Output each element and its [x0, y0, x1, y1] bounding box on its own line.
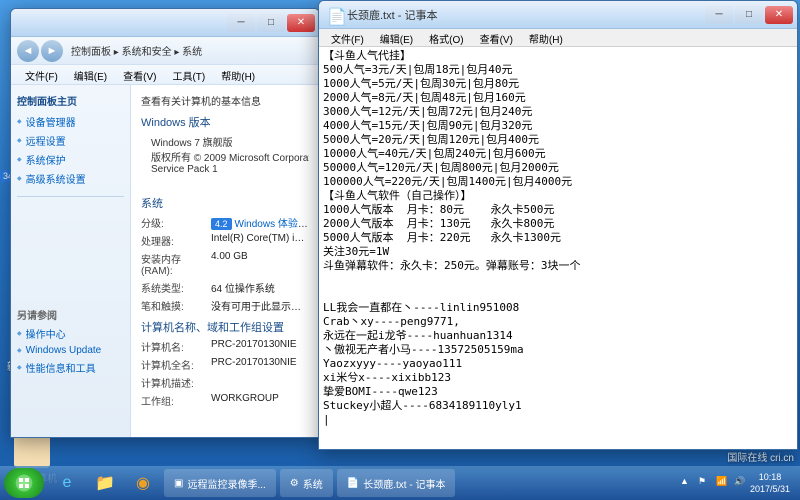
menu-edit[interactable]: 编辑(E) — [372, 29, 421, 46]
maximize-button[interactable]: □ — [257, 14, 285, 32]
windows-logo-icon — [14, 473, 34, 493]
pinned-ie[interactable]: e — [49, 469, 85, 497]
ram-value: 4.00 GB — [211, 251, 309, 277]
flag-icon[interactable]: ⚑ — [698, 476, 712, 490]
system-window: ─ □ ✕ ◄ ► 控制面板 ▸ 系统和安全 ▸ 系统 文件(F) 编辑(E) … — [10, 8, 320, 438]
ie-icon: e — [63, 474, 72, 492]
address-bar[interactable]: ◄ ► 控制面板 ▸ 系统和安全 ▸ 系统 — [11, 37, 319, 65]
wei-link[interactable]: Windows 体验指数 — [235, 219, 309, 230]
system-type-value: 64 位操作系统 — [211, 280, 309, 295]
close-button[interactable]: ✕ — [287, 14, 315, 32]
volume-icon[interactable]: 🔊 — [734, 476, 748, 490]
windows-edition: Windows 7 旗舰版 — [151, 134, 309, 149]
titlebar[interactable]: ─ □ ✕ — [11, 9, 319, 37]
notepad-window: 📄 长颈鹿.txt - 记事本 ─ □ ✕ 文件(F) 编辑(E) 格式(O) … — [318, 0, 798, 450]
back-button[interactable]: ◄ — [17, 40, 39, 62]
workgroup: WORKGROUP — [211, 393, 309, 408]
menu-file[interactable]: 文件(F) — [17, 65, 66, 84]
start-button[interactable] — [4, 468, 44, 498]
section-domain: 计算机名称、域和工作组设置 — [141, 319, 309, 335]
minimize-button[interactable]: ─ — [227, 14, 255, 32]
section-windows-version: Windows 版本 — [141, 114, 309, 130]
sidebar-header: 控制面板主页 — [17, 93, 124, 108]
app-icon: ▣ — [174, 478, 183, 489]
computer-desc — [211, 375, 309, 390]
sidebar-link-protection[interactable]: 系统保护 — [17, 152, 124, 167]
network-icon[interactable]: 📶 — [716, 476, 730, 490]
sidebar-link-action-center[interactable]: 操作中心 — [17, 326, 124, 341]
computer-name: PRC-20170130NIE — [211, 339, 309, 354]
forward-button[interactable]: ► — [41, 40, 63, 62]
titlebar[interactable]: 📄 长颈鹿.txt - 记事本 ─ □ ✕ — [319, 1, 797, 29]
menu-edit[interactable]: 编辑(E) — [66, 65, 115, 84]
pinned-media[interactable]: ◉ — [125, 469, 161, 497]
sidebar-subheader: 另请参阅 — [17, 307, 124, 322]
wei-badge: 4.2 — [211, 218, 232, 230]
breadcrumb[interactable]: 控制面板 ▸ 系统和安全 ▸ 系统 — [71, 43, 202, 58]
menu-format[interactable]: 格式(O) — [421, 29, 471, 46]
task-item[interactable]: ⚙系统 — [280, 469, 333, 497]
menu-view[interactable]: 查看(V) — [115, 65, 164, 84]
system-tray[interactable]: ▲ ⚑ 📶 🔊 10:18 2017/5/31 — [672, 471, 796, 495]
pen-touch-value: 没有可用于此显示器的笔或触 — [211, 298, 309, 313]
window-title: 长颈鹿.txt - 记事本 — [347, 7, 705, 23]
media-icon: ◉ — [136, 473, 150, 493]
processor-value: Intel(R) Core(TM) i3-3220T — [211, 233, 309, 248]
sidebar-link-remote[interactable]: 远程设置 — [17, 133, 124, 148]
service-pack: Service Pack 1 — [151, 164, 309, 175]
folder-icon: 📁 — [95, 473, 115, 493]
sidebar-link-device-manager[interactable]: 设备管理器 — [17, 114, 124, 129]
sidebar-link-windows-update[interactable]: Windows Update — [17, 345, 124, 356]
notepad-icon: 📄 — [327, 7, 343, 23]
menu-tools[interactable]: 工具(T) — [164, 65, 213, 84]
task-item[interactable]: 📄长颈鹿.txt - 记事本 — [337, 469, 456, 497]
menu-bar: 文件(F) 编辑(E) 格式(O) 查看(V) 帮助(H) — [319, 29, 797, 47]
text-area[interactable] — [319, 47, 797, 449]
main-content: 查看有关计算机的基本信息 Windows 版本 Windows 7 旗舰版 版权… — [131, 85, 319, 437]
section-system: 系统 — [141, 195, 309, 211]
menu-bar: 文件(F) 编辑(E) 查看(V) 工具(T) 帮助(H) — [11, 65, 319, 85]
clock[interactable]: 10:18 2017/5/31 — [750, 471, 790, 495]
sidebar: 控制面板主页 设备管理器 远程设置 系统保护 高级系统设置 另请参阅 操作中心 … — [11, 85, 131, 437]
computer-full-name: PRC-20170130NIE — [211, 357, 309, 372]
pinned-explorer[interactable]: 📁 — [87, 469, 123, 497]
maximize-button[interactable]: □ — [735, 6, 763, 24]
task-item[interactable]: ▣远程监控录像季... — [164, 469, 276, 497]
sidebar-link-advanced[interactable]: 高级系统设置 — [17, 171, 124, 186]
menu-file[interactable]: 文件(F) — [323, 29, 372, 46]
sidebar-link-perf[interactable]: 性能信息和工具 — [17, 360, 124, 375]
notepad-icon: 📄 — [347, 478, 359, 489]
taskbar: e 📁 ◉ ▣远程监控录像季... ⚙系统 📄长颈鹿.txt - 记事本 ▲ ⚑… — [0, 466, 800, 500]
menu-help[interactable]: 帮助(H) — [521, 29, 571, 46]
page-title: 查看有关计算机的基本信息 — [141, 93, 309, 108]
app-icon: ⚙ — [290, 478, 299, 489]
menu-help[interactable]: 帮助(H) — [213, 65, 263, 84]
tray-up-icon[interactable]: ▲ — [680, 476, 694, 490]
copyright: 版权所有 © 2009 Microsoft Corporation。保留所有权 — [151, 149, 309, 164]
close-button[interactable]: ✕ — [765, 6, 793, 24]
menu-view[interactable]: 查看(V) — [472, 29, 521, 46]
minimize-button[interactable]: ─ — [705, 6, 733, 24]
